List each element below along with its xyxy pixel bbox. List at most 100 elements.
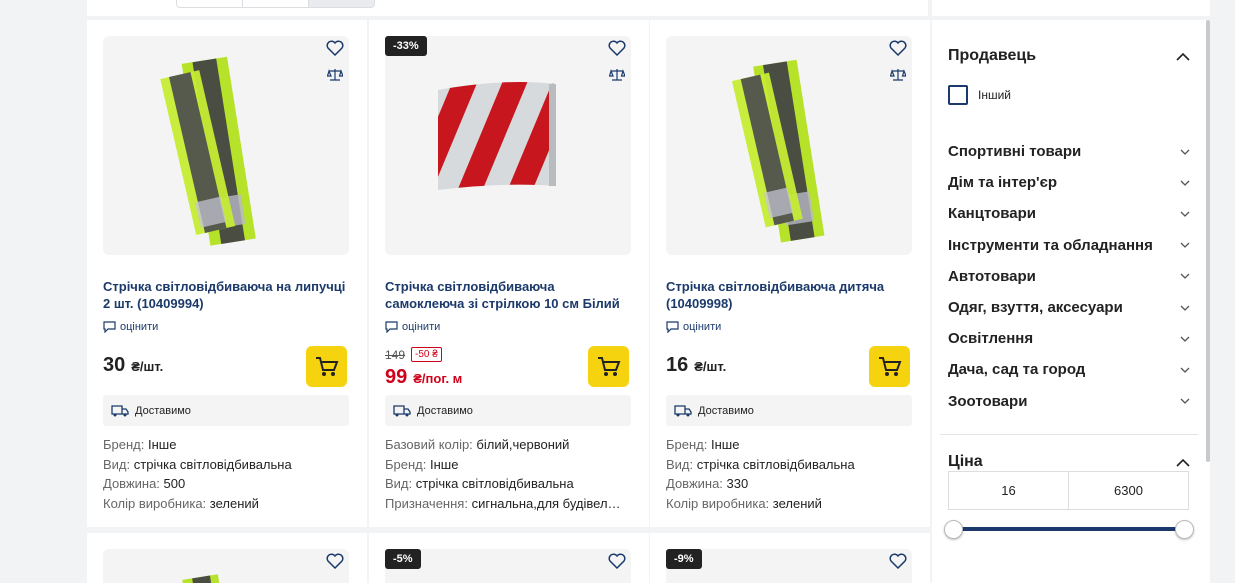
price-filter-title: Ціна: [948, 453, 983, 470]
spec-row: Колір виробника: зелений: [103, 496, 259, 512]
discount-badge: -9%: [666, 549, 702, 569]
category-item[interactable]: Інструменти та обладнання: [948, 230, 1190, 261]
discount-badge: -5%: [385, 549, 421, 569]
chevron-down-icon: [1180, 367, 1190, 373]
rate-link[interactable]: оцінити: [666, 321, 721, 333]
favorite-heart-icon[interactable]: [323, 37, 347, 59]
spec-row: Бренд: Інше: [666, 437, 740, 452]
product-card[interactable]: [87, 533, 367, 583]
price-slider-max-handle[interactable]: [1175, 520, 1194, 539]
product-title[interactable]: Стрічка світловідбиваюча на липучці 2 шт…: [103, 278, 353, 312]
price-slider-track[interactable]: [953, 527, 1184, 531]
product-card[interactable]: -5%: [369, 533, 649, 583]
rate-link[interactable]: оцінити: [385, 321, 440, 333]
seller-option-label: Інший: [978, 88, 1011, 102]
product-image[interactable]: [103, 549, 349, 583]
price-slider-min-handle[interactable]: [944, 520, 963, 539]
old-price-row: 149 -50 ₴: [385, 347, 442, 362]
product-card[interactable]: Стрічка світловідбиваюча дитяча (1040999…: [650, 20, 930, 527]
spec-row: Вид: стрічка світловідбивальна: [103, 456, 292, 472]
category-list: Спортивні товари Дім та інтер'єр Канцтов…: [948, 136, 1190, 417]
rate-label: оцінити: [120, 321, 159, 333]
price: 16 ₴/шт.: [666, 354, 726, 377]
product-image[interactable]: [666, 36, 912, 255]
product-title[interactable]: Стрічка світловідбиваюча самоклеюча зі с…: [385, 278, 635, 312]
product-specs: Базовий колір: білий,червоний Бренд: Інш…: [385, 435, 635, 514]
spec-row: Колір виробника: зелений: [666, 496, 822, 512]
product-image[interactable]: [666, 549, 912, 583]
seller-filter-header[interactable]: Продавець: [948, 47, 1190, 65]
compare-scales-icon[interactable]: [605, 64, 629, 86]
category-item[interactable]: Дім та інтер'єр: [948, 167, 1190, 198]
price-min-input[interactable]: 16: [949, 472, 1069, 509]
truck-icon: [111, 404, 129, 416]
seller-option-other[interactable]: Інший: [948, 85, 1011, 105]
chevron-down-icon: [1180, 273, 1190, 280]
category-item[interactable]: Освітлення: [948, 323, 1190, 354]
category-item[interactable]: Канцтовари: [948, 198, 1190, 229]
chevron-down-icon: [1180, 305, 1190, 311]
comment-icon: [666, 321, 679, 333]
delivery-info: Доставимо: [666, 395, 912, 426]
discount-amount: -50 ₴: [411, 347, 442, 362]
compare-scales-icon[interactable]: [886, 64, 910, 86]
delivery-label: Доставимо: [698, 404, 754, 417]
price-unit: ₴/шт.: [131, 359, 164, 374]
product-image[interactable]: [385, 549, 631, 583]
product-image[interactable]: [103, 36, 349, 255]
category-item[interactable]: Спортивні товари: [948, 136, 1190, 167]
product-card[interactable]: Стрічка світловідбиваюча на липучці 2 шт…: [87, 20, 367, 527]
delivery-label: Доставимо: [417, 404, 473, 417]
category-item[interactable]: Зоотовари: [948, 386, 1190, 417]
chevron-up-icon: [1176, 52, 1190, 61]
rate-label: оцінити: [402, 321, 441, 333]
rate-link[interactable]: оцінити: [103, 321, 158, 333]
price-unit: ₴/шт.: [694, 359, 727, 374]
favorite-heart-icon[interactable]: [605, 37, 629, 59]
spec-row: Вид: стрічка світловідбивальна: [666, 456, 855, 472]
category-item[interactable]: Одяг, взуття, аксесуари: [948, 292, 1190, 323]
favorite-heart-icon[interactable]: [886, 37, 910, 59]
checkbox[interactable]: [948, 85, 968, 105]
chevron-down-icon: [1180, 149, 1190, 155]
spec-row: Бренд: Інше: [385, 456, 459, 472]
product-image[interactable]: [385, 36, 631, 255]
chevron-down-icon: [1180, 336, 1190, 342]
chevron-down-icon: [1180, 242, 1190, 249]
delivery-info: Доставимо: [385, 395, 631, 426]
cart-icon: [315, 356, 338, 376]
category-item[interactable]: Автотовари: [948, 261, 1190, 292]
sidebar-scrollbar[interactable]: [1206, 20, 1210, 462]
delivery-label: Доставимо: [135, 404, 191, 417]
price-range-inputs: 16 6300: [948, 471, 1189, 510]
spec-row: Бренд: Інше: [103, 437, 177, 452]
comment-icon: [385, 321, 398, 333]
add-to-cart-button[interactable]: [306, 346, 347, 387]
chevron-down-icon: [1180, 398, 1190, 405]
delivery-info: Доставимо: [103, 395, 349, 426]
category-item[interactable]: Дача, сад та город: [948, 354, 1190, 385]
product-title[interactable]: Стрічка світловідбиваюча дитяча (1040999…: [666, 278, 916, 312]
favorite-heart-icon[interactable]: [605, 550, 629, 572]
add-to-cart-button[interactable]: [869, 346, 910, 387]
rate-label: оцінити: [683, 321, 722, 333]
product-card[interactable]: -9%: [650, 533, 930, 583]
product-specs: Бренд: Інше Вид: стрічка світловідбиваль…: [103, 435, 353, 514]
discount-badge: -33%: [385, 36, 427, 56]
price-filter-header[interactable]: Ціна: [948, 453, 1190, 471]
price-unit: ₴/пог. м: [413, 371, 463, 386]
price: 99 ₴/пог. м: [385, 366, 462, 389]
favorite-heart-icon[interactable]: [886, 550, 910, 572]
cart-icon: [878, 356, 901, 376]
chevron-down-icon: [1180, 180, 1190, 186]
favorite-heart-icon[interactable]: [323, 550, 347, 572]
add-to-cart-button[interactable]: [588, 346, 629, 387]
comment-icon: [103, 321, 116, 333]
price-value: 30: [103, 354, 126, 376]
price-value: 99: [385, 366, 408, 388]
view-toggle[interactable]: [176, 0, 375, 8]
compare-scales-icon[interactable]: [323, 64, 347, 86]
product-card[interactable]: -33% Стрічка світловідбиваюча самоклеюча…: [369, 20, 649, 527]
chevron-down-icon: [1180, 211, 1190, 217]
price-max-input[interactable]: 6300: [1069, 472, 1188, 509]
